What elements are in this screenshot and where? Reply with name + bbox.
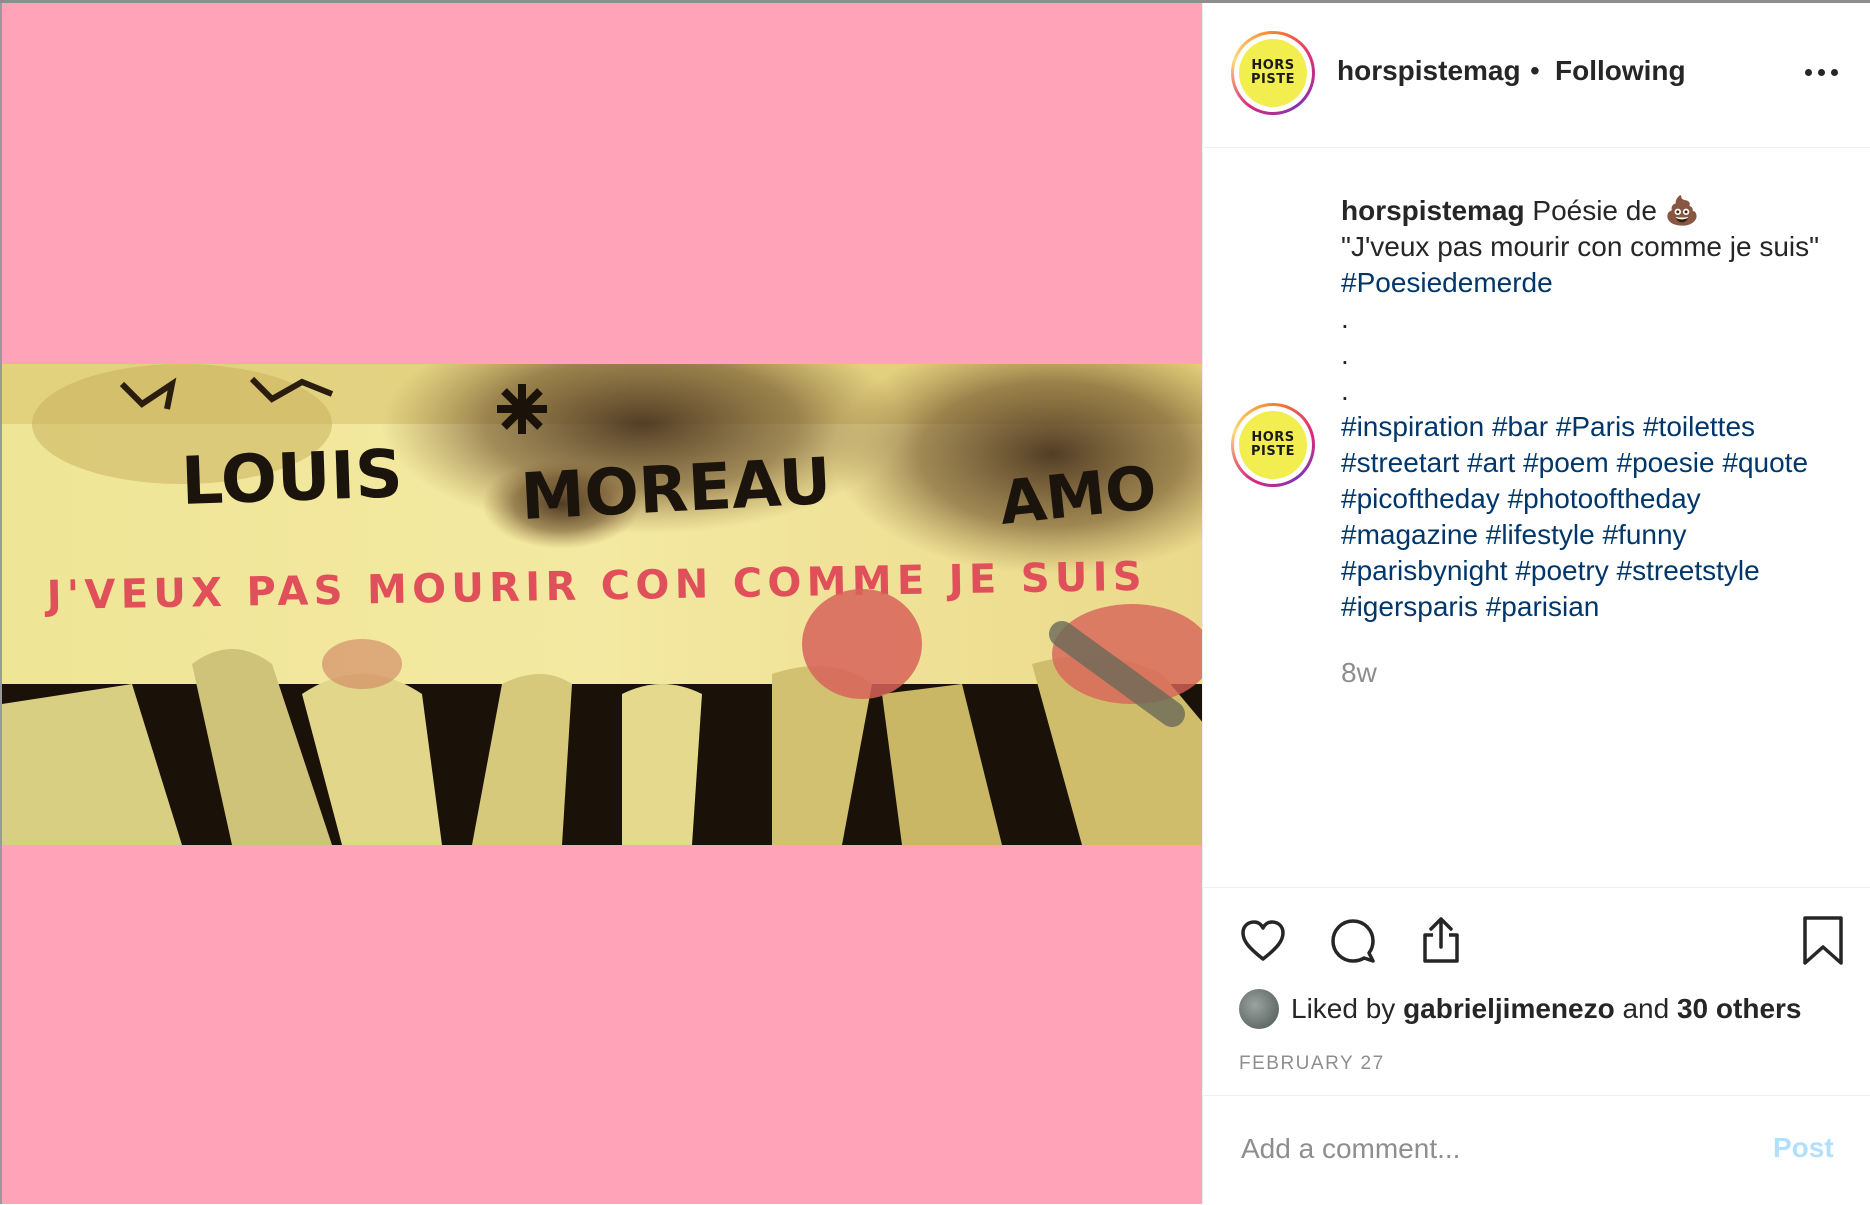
- hashtag-link[interactable]: #poetry: [1515, 555, 1608, 586]
- likes-and: and: [1622, 993, 1670, 1024]
- avatar-logo-line2: PISTE: [1251, 72, 1295, 87]
- hashtag-link[interactable]: #streetart: [1341, 447, 1459, 478]
- hashtag-link[interactable]: #funny: [1602, 519, 1686, 550]
- hashtag-link[interactable]: #parisian: [1486, 591, 1600, 622]
- hashtag-link[interactable]: #streetstyle: [1617, 555, 1760, 586]
- heart-icon[interactable]: [1239, 917, 1287, 970]
- hashtag-link[interactable]: #lifestyle: [1486, 519, 1595, 550]
- likes-prefix: Liked by: [1291, 993, 1396, 1024]
- hashtag-link[interactable]: #art: [1467, 447, 1515, 478]
- caption-dot: .: [1341, 339, 1349, 370]
- likes-summary: Liked by gabrieljimenezo and 30 others: [1239, 989, 1801, 1029]
- post-details-panel: HORS PISTE horspistemag • Following hors…: [1202, 3, 1870, 1204]
- comment-input[interactable]: [1239, 1132, 1723, 1166]
- post-age[interactable]: 8w: [1341, 657, 1377, 689]
- caption-dot: .: [1341, 303, 1349, 334]
- hashtag-link[interactable]: #Paris: [1556, 411, 1635, 442]
- post-photo: LOUIS MOREAU AMO J'VEUX PAS MOURIR CON C…: [2, 364, 1202, 845]
- caption-hashtag[interactable]: #Poesiedemerde: [1341, 265, 1861, 301]
- avatar-logo-line1: HORS: [1251, 430, 1295, 445]
- post-media[interactable]: LOUIS MOREAU AMO J'VEUX PAS MOURIR CON C…: [0, 3, 1202, 1204]
- caption-text: Poésie de 💩: [1532, 195, 1700, 226]
- hashtag-list: #inspiration #bar #Paris #toilettes #str…: [1341, 409, 1861, 625]
- header-separator: •: [1530, 55, 1540, 86]
- following-button[interactable]: Following: [1555, 55, 1686, 87]
- hashtag-link[interactable]: #magazine: [1341, 519, 1478, 550]
- liker-avatar[interactable]: [1239, 989, 1279, 1029]
- hashtag-link[interactable]: #toilettes: [1643, 411, 1755, 442]
- hashtag-link[interactable]: #inspiration: [1341, 411, 1484, 442]
- caption-username[interactable]: horspistemag: [1341, 195, 1525, 226]
- post-comment-button[interactable]: Post: [1773, 1132, 1834, 1164]
- photo-text-louis: LOUIS: [180, 435, 404, 520]
- action-divider: [1203, 887, 1870, 889]
- caption-quote: "J'veux pas mourir con comme je suis": [1341, 231, 1820, 262]
- hashtag-link[interactable]: #poem: [1523, 447, 1609, 478]
- hashtag-link[interactable]: #parisbynight: [1341, 555, 1508, 586]
- liker-username[interactable]: gabrieljimenezo: [1403, 993, 1615, 1024]
- bookmark-icon[interactable]: [1801, 915, 1845, 972]
- comment-section: Post: [1203, 1095, 1870, 1205]
- post-caption: horspistemag Poésie de 💩 "J'veux pas mou…: [1341, 193, 1861, 301]
- hashtag-link[interactable]: #poesie: [1617, 447, 1715, 478]
- avatar[interactable]: HORS PISTE: [1231, 31, 1315, 115]
- more-icon[interactable]: [1805, 65, 1841, 79]
- avatar-logo-line2: PISTE: [1251, 444, 1295, 459]
- hashtag-link[interactable]: #picoftheday: [1341, 483, 1500, 514]
- caption-dot: .: [1341, 375, 1349, 406]
- comment-icon[interactable]: [1329, 917, 1377, 970]
- post-date[interactable]: FEBRUARY 27: [1239, 1053, 1385, 1075]
- hashtag-link[interactable]: #photooftheday: [1508, 483, 1701, 514]
- header-username[interactable]: horspistemag: [1337, 55, 1521, 87]
- avatar-logo-line1: HORS: [1251, 58, 1295, 73]
- share-icon[interactable]: [1417, 915, 1465, 970]
- hashtag-link[interactable]: #bar: [1492, 411, 1548, 442]
- hashtag-link[interactable]: #igersparis: [1341, 591, 1478, 622]
- hashtag-link[interactable]: #quote: [1722, 447, 1808, 478]
- caption-dots: . . .: [1341, 301, 1349, 409]
- post-header: HORS PISTE horspistemag • Following: [1203, 3, 1870, 148]
- likes-others-link[interactable]: 30 others: [1677, 993, 1802, 1024]
- comment-avatar[interactable]: HORS PISTE: [1231, 403, 1315, 487]
